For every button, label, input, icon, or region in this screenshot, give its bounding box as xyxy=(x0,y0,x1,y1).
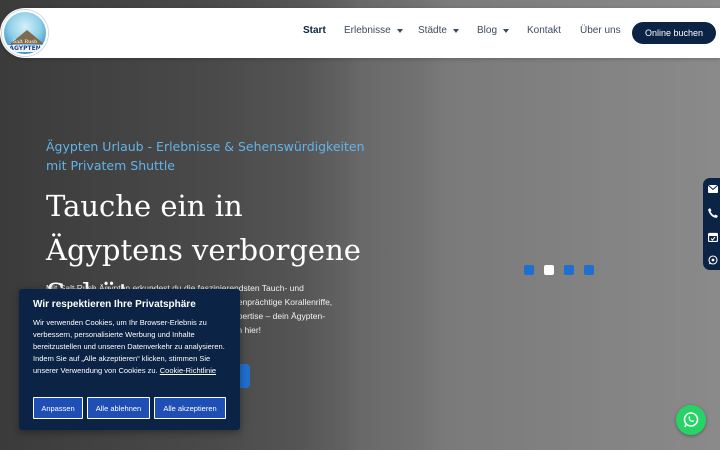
cookie-consent-banner: Wir respektieren Ihre Privatsphäre Wir v… xyxy=(19,289,240,430)
whatsapp-small-icon[interactable] xyxy=(705,252,720,267)
reject-all-button[interactable]: Alle ablehnen xyxy=(87,397,150,419)
whatsapp-chat-button[interactable] xyxy=(676,405,706,435)
slider-dot[interactable] xyxy=(524,265,534,275)
whatsapp-icon xyxy=(683,412,699,428)
nav-item-kontakt[interactable]: Kontakt xyxy=(527,25,561,36)
envelope-icon[interactable] xyxy=(705,181,720,196)
cookie-title: Wir respektieren Ihre Privatsphäre xyxy=(33,299,196,310)
nav-label: Über uns xyxy=(580,25,621,36)
hero-subtitle: Ägypten Urlaub - Erlebnisse & Sehenswürd… xyxy=(46,139,365,173)
phone-icon[interactable] xyxy=(705,205,720,220)
nav-label: Erlebnisse xyxy=(344,25,391,36)
cookie-text: Wir verwenden Cookies, um Ihr Browser-Er… xyxy=(33,317,233,377)
online-booking-button[interactable]: Online buchen xyxy=(632,22,716,44)
nav-item-staedte[interactable]: Städte xyxy=(418,25,459,36)
slider-dot-active[interactable] xyxy=(544,265,554,275)
nav-label: Kontakt xyxy=(527,25,561,36)
site-logo[interactable]: Salt Rush ÄGYPTEN xyxy=(2,10,48,56)
nav-label: Städte xyxy=(418,25,447,36)
chevron-down-icon xyxy=(396,28,403,33)
nav-item-start[interactable]: Start xyxy=(303,25,326,36)
accept-all-button[interactable]: Alle akzeptieren xyxy=(154,397,226,419)
slider-dot[interactable] xyxy=(564,265,574,275)
nav-label: Blog xyxy=(477,25,498,36)
chevron-down-icon xyxy=(503,28,510,33)
nav-item-ueber-uns[interactable]: Über uns xyxy=(580,25,621,36)
logo-text-bottom: ÄGYPTEN xyxy=(4,45,46,52)
site-header: Start Erlebnisse Städte Blog Kontakt Übe… xyxy=(0,8,720,58)
customize-button[interactable]: Anpassen xyxy=(33,397,83,419)
calendar-icon[interactable] xyxy=(705,229,720,244)
nav-item-erlebnisse[interactable]: Erlebnisse xyxy=(344,25,403,36)
nav-item-blog[interactable]: Blog xyxy=(477,25,510,36)
cookie-policy-link[interactable]: Cookie-Richtlinie xyxy=(160,366,216,375)
nav-label: Start xyxy=(303,25,326,36)
slider-dot[interactable] xyxy=(584,265,594,275)
slider-pagination xyxy=(524,265,594,275)
chevron-down-icon xyxy=(452,28,459,33)
